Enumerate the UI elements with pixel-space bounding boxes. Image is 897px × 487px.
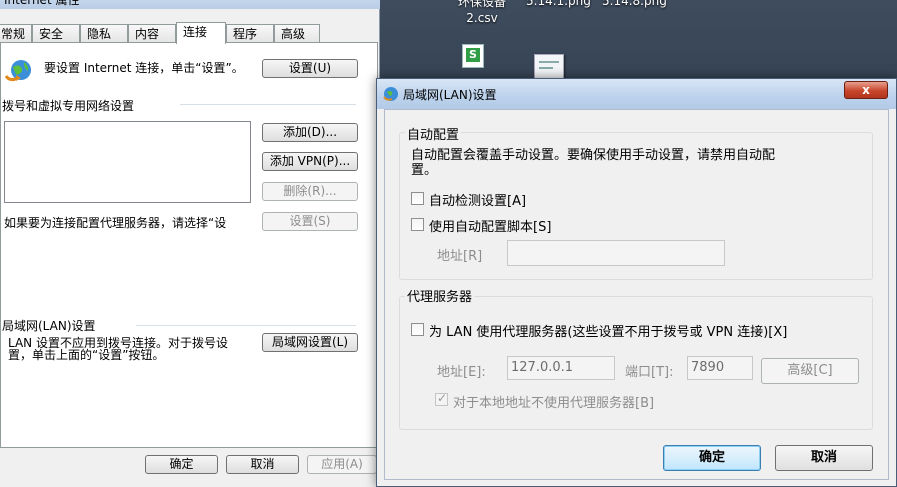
script-address-label: 地址[R] [437,249,483,264]
auto-script-checkbox[interactable] [411,218,424,231]
auto-script-label[interactable]: 使用自动配置脚本[S] [429,216,551,235]
add-vpn-button[interactable]: 添加 VPN(P)... [262,152,358,171]
port-input[interactable]: 7890 [687,356,753,380]
tab-connections[interactable]: 连接 [176,22,226,44]
dialog-titlebar: 局域网(LAN)设置 x [377,79,896,109]
setup-button[interactable]: 设置(U) [262,59,358,78]
connections-listbox[interactable] [4,121,251,203]
delete-button[interactable]: 删除(R)... [262,182,358,201]
apply-button[interactable]: 应用(A) [307,455,377,474]
proxy-address-input[interactable]: 127.0.0.1 [507,356,615,380]
auto-detect-checkbox[interactable] [411,192,424,205]
section-divider [136,325,356,326]
lan-settings-button[interactable]: 局域网设置(L) [262,333,358,352]
auto-config-description-line2: 置。 [411,163,438,178]
window-title: Internet 属性 [0,0,380,9]
close-button[interactable]: x [844,81,888,99]
lan-settings-dialog: 局域网(LAN)设置 x 自动配置 自动配置会覆盖手动设置。要确保使用手动设置，… [376,78,897,487]
lan-description-line2: 置，单击上面的“设置”按钮。 [8,348,165,362]
proxy-server-group-label: 代理服务器 [405,286,475,305]
add-button[interactable]: 添加(D)... [262,123,358,142]
tab-privacy[interactable]: 隐私 [80,24,128,43]
setup-description: 要设置 Internet 连接，单击“设置”。 [44,61,244,75]
dialog-body: 自动配置 自动配置会覆盖手动设置。要确保使用手动设置，请禁用自动配 置。 自动检… [384,109,889,480]
tab-general[interactable]: 常规 [0,24,32,43]
globe-network-icon [4,60,31,82]
globe-icon [383,87,398,101]
proxy-address-label: 地址[E]: [437,365,486,380]
lan-section-label: 局域网(LAN)设置 [2,319,96,333]
advanced-button[interactable]: 高级[C] [761,358,859,384]
internet-properties-window: Internet 属性 常规 安全 隐私 内容 连接 程序 高级 要设置 Int… [0,0,380,487]
auto-config-description-line1: 自动配置会覆盖手动设置。要确保使用手动设置，请禁用自动配 [411,148,776,163]
tab-advanced[interactable]: 高级 [274,24,320,43]
auto-config-group-label: 自动配置 [405,124,462,143]
proxy-config-description: 如果要为连接配置代理服务器，请选择“设 [4,216,227,230]
cancel-button[interactable]: 取消 [226,455,299,474]
bypass-local-label[interactable]: 对于本地地址不使用代理服务器[B] [453,392,654,411]
use-proxy-checkbox[interactable] [411,323,424,336]
use-proxy-label[interactable]: 为 LAN 使用代理服务器(这些设置不用于拨号或 VPN 连接)[X] [429,321,787,340]
ok-button[interactable]: 确定 [663,445,761,471]
desktop-file-csv-label[interactable]: 环保设备 2.csv [458,0,506,26]
desktop-file-png1-label[interactable]: 5.14.1.png [526,0,591,8]
auto-detect-label[interactable]: 自动检测设置[A] [429,190,526,209]
spreadsheet-file-icon[interactable]: S [462,44,484,68]
settings-button[interactable]: 设置(S) [262,212,358,231]
dialup-vpn-section-label: 拨号和虚拟专用网络设置 [2,99,135,113]
port-label: 端口[T]: [625,365,674,380]
image-file-icon[interactable] [534,54,564,80]
desktop-file-png2-label[interactable]: 5.14.8.png [602,0,667,8]
cancel-button[interactable]: 取消 [775,445,873,471]
tab-programs[interactable]: 程序 [226,24,274,43]
close-icon: x [862,83,870,97]
section-divider [180,104,356,105]
tab-security[interactable]: 安全 [32,24,80,43]
dialog-title: 局域网(LAN)设置 [403,88,497,102]
ok-button[interactable]: 确定 [145,455,218,474]
script-address-input[interactable] [507,240,725,266]
bypass-local-checkbox[interactable] [435,391,448,406]
tab-content[interactable]: 内容 [128,24,176,43]
